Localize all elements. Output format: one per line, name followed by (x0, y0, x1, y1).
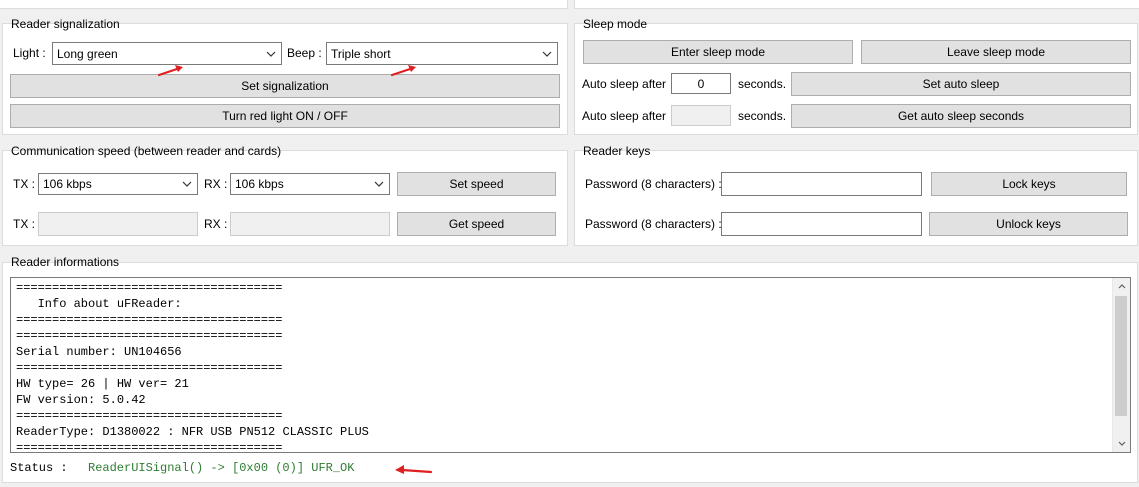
get-speed-button[interactable]: Get speed (397, 212, 556, 236)
tx-speed-readout (38, 212, 198, 236)
unlock-keys-button[interactable]: Unlock keys (929, 212, 1128, 236)
auto-sleep-input[interactable] (671, 73, 731, 94)
info-line: Info about uFReader: (16, 297, 182, 311)
rx-speed-readout (230, 212, 390, 236)
scroll-up-icon[interactable] (1113, 278, 1130, 295)
info-line: ===================================== (16, 281, 283, 295)
lock-keys-button[interactable]: Lock keys (931, 172, 1127, 196)
info-textbox[interactable]: ===================================== In… (10, 277, 1131, 453)
chevron-down-icon (181, 179, 193, 189)
annotation-arrow-icon (395, 465, 433, 474)
scrollbar-thumb[interactable] (1115, 296, 1127, 416)
rx-readout-label: RX : (204, 217, 228, 231)
keys-title: Reader keys (583, 144, 651, 158)
chevron-down-icon (373, 179, 385, 189)
info-line: HW type= 26 | HW ver= 21 (16, 377, 189, 391)
info-scrollbar[interactable] (1112, 278, 1130, 452)
info-line: ReaderType: D1380022 : NFR USB PN512 CLA… (16, 425, 369, 439)
info-line: FW version: 5.0.42 (16, 393, 146, 407)
rx-label: RX : (204, 177, 228, 191)
leave-sleep-button[interactable]: Leave sleep mode (861, 40, 1131, 64)
tx-label: TX : (13, 177, 36, 191)
info-title: Reader informations (11, 255, 120, 269)
info-line: Serial number: UN104656 (16, 345, 182, 359)
set-speed-button[interactable]: Set speed (397, 172, 556, 196)
info-line: ===================================== (16, 329, 283, 343)
info-line: ===================================== (16, 441, 283, 453)
seconds-label-2: seconds. (738, 109, 787, 123)
top-strip-left (0, 0, 568, 9)
sleep-title: Sleep mode (583, 17, 648, 31)
get-auto-sleep-button[interactable]: Get auto sleep seconds (791, 104, 1131, 128)
status-label: Status : (10, 461, 68, 475)
annotation-arrow-icon (157, 65, 183, 77)
speed-title: Communication speed (between reader and … (11, 144, 282, 158)
scroll-down-icon[interactable] (1113, 435, 1130, 452)
beep-select[interactable]: Triple short (326, 42, 558, 65)
info-text: ===================================== In… (16, 280, 369, 453)
red-light-toggle-button[interactable]: Turn red light ON / OFF (10, 104, 560, 128)
seconds-label: seconds. (738, 77, 787, 91)
status-value: ReaderUISignal() -> [0x00 (0)] UFR_OK (88, 461, 355, 475)
light-select-value: Long green (57, 46, 118, 61)
auto-sleep-readout (671, 105, 731, 126)
auto-sleep-label: Auto sleep after (582, 77, 667, 91)
chevron-down-icon (265, 49, 277, 59)
info-line: ===================================== (16, 361, 283, 375)
set-auto-sleep-button[interactable]: Set auto sleep (791, 72, 1131, 96)
auto-sleep-label-2: Auto sleep after (582, 109, 667, 123)
signalization-title: Reader signalization (11, 17, 120, 31)
tx-speed-value: 106 kbps (43, 177, 92, 191)
info-line: ===================================== (16, 313, 283, 327)
enter-sleep-button[interactable]: Enter sleep mode (583, 40, 853, 64)
annotation-arrow-icon (390, 65, 416, 77)
unlock-password-input[interactable] (721, 212, 922, 236)
rx-speed-select[interactable]: 106 kbps (230, 173, 390, 195)
top-strip-right (574, 0, 1139, 9)
set-signalization-button[interactable]: Set signalization (10, 74, 560, 98)
beep-label: Beep : (287, 46, 322, 60)
light-label: Light : (13, 46, 46, 60)
rx-speed-value: 106 kbps (235, 177, 284, 191)
info-line: ===================================== (16, 409, 283, 423)
lock-password-label: Password (8 characters) : (585, 177, 722, 191)
light-select[interactable]: Long green (52, 42, 282, 65)
unlock-password-label: Password (8 characters) : (585, 217, 722, 231)
lock-password-input[interactable] (721, 172, 922, 196)
chevron-down-icon (541, 49, 553, 59)
tx-readout-label: TX : (13, 217, 36, 231)
tx-speed-select[interactable]: 106 kbps (38, 173, 198, 195)
beep-select-value: Triple short (331, 46, 391, 61)
